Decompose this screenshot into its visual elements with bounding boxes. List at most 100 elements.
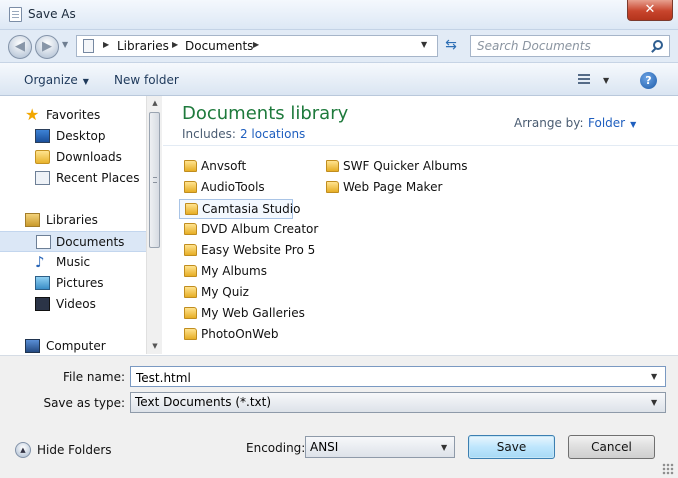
nav-item-libraries[interactable]: Libraries: [0, 210, 146, 231]
downloads-folder-icon: [35, 150, 50, 164]
folder-icon: [184, 286, 197, 298]
folder-label: Web Page Maker: [343, 180, 443, 194]
library-header: Documents library Includes: 2 locations A…: [163, 96, 678, 146]
folder-label: SWF Quicker Albums: [343, 159, 468, 173]
back-button[interactable]: ◀: [8, 35, 32, 59]
refresh-button[interactable]: ⇆: [440, 36, 462, 56]
encoding-select[interactable]: ANSI: [305, 436, 455, 458]
notepad-icon: [9, 7, 22, 22]
nav-item-label: Music: [56, 255, 91, 269]
address-bar[interactable]: ▶ Libraries ▶ Documents ▶ ▼: [76, 35, 438, 57]
folder-item[interactable]: SWF Quicker Albums: [321, 157, 471, 177]
save-button[interactable]: Save: [468, 435, 555, 459]
nav-item-label: Videos: [56, 297, 96, 311]
change-view-icon[interactable]: [578, 74, 590, 85]
locations-link[interactable]: 2 locations: [240, 127, 305, 141]
file-list-pane: Documents library Includes: 2 locations A…: [163, 96, 678, 354]
folder-item[interactable]: Web Page Maker: [321, 178, 471, 198]
folder-item[interactable]: Camtasia Studio: [179, 199, 300, 219]
nav-item-label: Computer: [46, 339, 106, 353]
encoding-label: Encoding:: [246, 441, 306, 455]
encoding-dropdown-icon[interactable]: ▼: [441, 443, 447, 452]
includes-label: Includes:: [182, 127, 236, 141]
nav-item-label: Pictures: [56, 276, 104, 290]
folder-label: My Quiz: [201, 285, 249, 299]
chevron-down-icon: ▼: [630, 120, 637, 129]
nav-item-computer[interactable]: Computer: [0, 336, 146, 357]
recent-locations-icon[interactable]: ▼: [62, 40, 68, 49]
folder-icon: [184, 160, 197, 172]
save-form: File name: ▼ Save as type: Text Document…: [0, 355, 678, 478]
folder-item[interactable]: Easy Website Pro 5: [179, 241, 315, 261]
close-button[interactable]: ✕: [627, 0, 673, 21]
folder-item[interactable]: DVD Album Creator: [179, 220, 318, 240]
nav-scrollbar[interactable]: ▲ ▼: [146, 96, 162, 354]
arrange-by-dropdown[interactable]: Folder ▼: [588, 116, 636, 130]
breadcrumb-arrow-icon[interactable]: ▶: [103, 40, 109, 49]
nav-item-label: Libraries: [46, 213, 98, 227]
breadcrumb-arrow-icon[interactable]: ▶: [253, 40, 259, 49]
cancel-button[interactable]: Cancel: [568, 435, 655, 459]
help-icon[interactable]: ?: [640, 72, 657, 89]
folder-label: AudioTools: [201, 180, 265, 194]
music-icon: ♪: [35, 253, 45, 271]
folder-item[interactable]: Anvsoft: [179, 157, 309, 177]
nav-item-desktop[interactable]: Desktop: [0, 126, 146, 147]
nav-item-documents[interactable]: Documents: [0, 231, 146, 252]
nav-item-pictures[interactable]: Pictures: [0, 273, 146, 294]
folder-item[interactable]: My Albums: [179, 262, 309, 282]
nav-item-favorites[interactable]: ★ Favorites: [0, 105, 146, 126]
resize-grip-icon[interactable]: [662, 463, 674, 475]
folder-item[interactable]: My Web Galleries: [179, 304, 309, 324]
library-title: Documents library: [182, 103, 349, 124]
search-icon[interactable]: [653, 40, 663, 50]
scroll-up-icon[interactable]: ▲: [147, 99, 163, 107]
scrollbar-thumb[interactable]: [149, 112, 160, 248]
address-dropdown-icon[interactable]: ▼: [421, 40, 427, 49]
folder-item[interactable]: AudioTools: [179, 178, 309, 198]
folder-icon: [184, 244, 197, 256]
search-input[interactable]: Search Documents: [470, 35, 670, 57]
nav-item-label: Recent Places: [56, 171, 140, 185]
folder-label: DVD Album Creator: [201, 222, 319, 236]
folder-label: My Web Galleries: [201, 306, 305, 320]
savetype-dropdown-icon[interactable]: ▼: [651, 398, 657, 407]
desktop-icon: [35, 129, 50, 143]
nav-item-label: Favorites: [46, 108, 101, 122]
folder-icon: [185, 203, 198, 215]
folder-icon: [184, 181, 197, 193]
nav-item-label: Downloads: [56, 150, 122, 164]
window-title: Save As: [28, 7, 76, 21]
library-includes: Includes: 2 locations: [182, 127, 305, 141]
nav-item-downloads[interactable]: Downloads: [0, 147, 146, 168]
library-location-icon: [83, 39, 94, 53]
folder-item[interactable]: My Quiz: [179, 283, 309, 303]
address-row: ◀ ▶ ▼ ▶ Libraries ▶ Documents ▶ ▼ ⇆ Sear…: [0, 30, 678, 62]
folder-label: Anvsoft: [201, 159, 247, 173]
breadcrumb-libraries[interactable]: Libraries: [117, 39, 169, 53]
grip-icon: [153, 177, 157, 183]
view-dropdown-icon[interactable]: ▼: [603, 76, 609, 85]
nav-item-recent-places[interactable]: Recent Places: [0, 168, 146, 189]
recent-places-icon: [35, 171, 50, 185]
savetype-label: Save as type:: [43, 396, 125, 410]
organize-button[interactable]: Organize ▼: [24, 73, 89, 87]
nav-item-videos[interactable]: Videos: [0, 294, 146, 315]
nav-item-music[interactable]: ♪ Music: [0, 252, 146, 273]
save-as-type-select[interactable]: Text Documents (*.txt): [130, 392, 666, 413]
filename-dropdown-icon[interactable]: ▼: [651, 372, 657, 381]
videos-icon: [35, 297, 50, 311]
new-folder-button[interactable]: New folder: [114, 73, 179, 87]
folder-icon: [184, 328, 197, 340]
folder-item[interactable]: PhotoOnWeb: [179, 325, 309, 345]
folder-label: Easy Website Pro 5: [201, 243, 316, 257]
breadcrumb-arrow-icon[interactable]: ▶: [172, 40, 178, 49]
breadcrumb-documents[interactable]: Documents: [185, 39, 253, 53]
forward-button[interactable]: ▶: [35, 35, 59, 59]
nav-item-label: Documents: [56, 235, 125, 249]
filename-label: File name:: [63, 370, 125, 384]
filename-input[interactable]: [130, 366, 666, 387]
scroll-down-icon[interactable]: ▼: [147, 342, 163, 350]
folder-label: Camtasia Studio: [202, 202, 301, 216]
folder-icon: [326, 181, 339, 193]
